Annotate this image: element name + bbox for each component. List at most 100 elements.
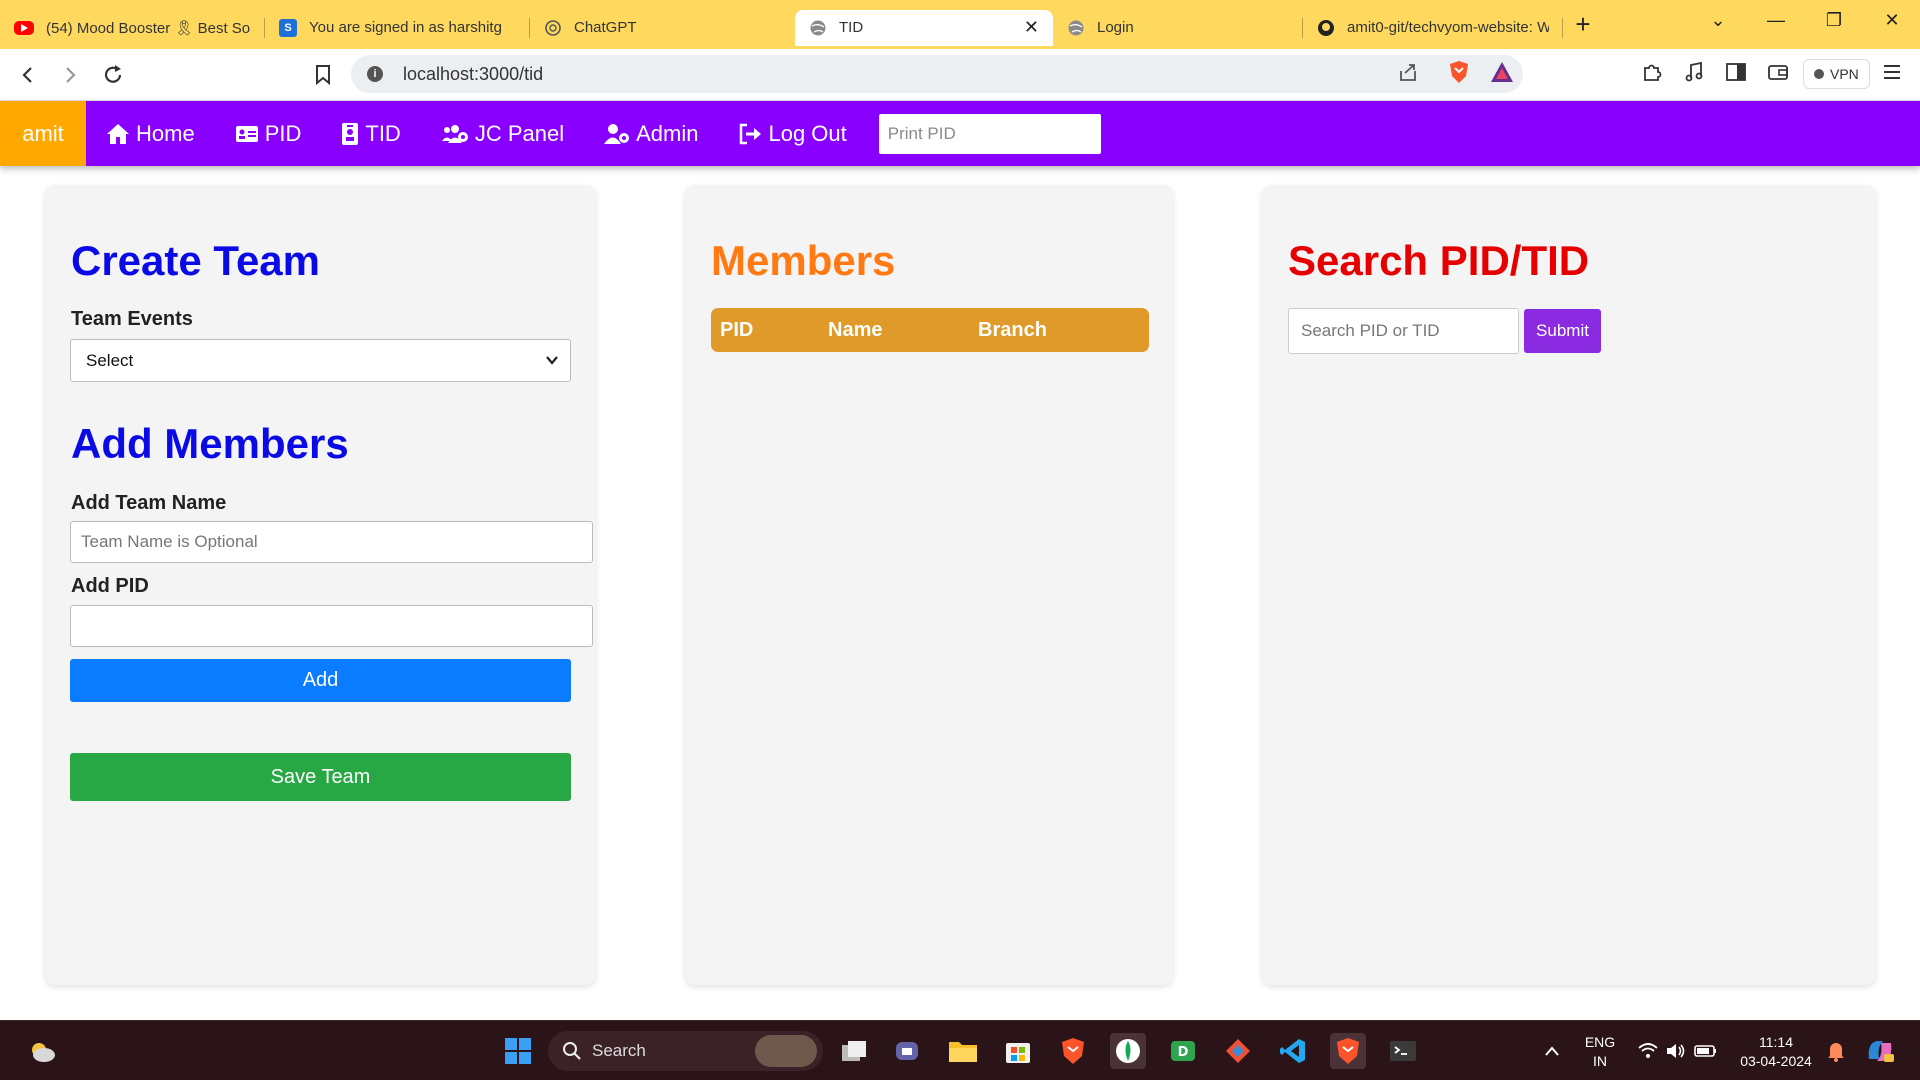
nav-admin-label: Admin [636, 120, 699, 146]
team-events-select[interactable]: Select [70, 339, 571, 382]
region-label: IN [1593, 1053, 1607, 1069]
members-title: Members [711, 237, 896, 284]
brave-rewards-icon[interactable] [1487, 57, 1517, 87]
tab-title: ChatGPT [574, 19, 637, 36]
vscode-icon[interactable] [1275, 1033, 1311, 1069]
nav-home[interactable]: Home [106, 121, 195, 147]
copilot-icon[interactable] [1862, 1033, 1898, 1069]
brand-logo[interactable]: amit [0, 101, 86, 166]
nav-admin[interactable]: Admin [604, 121, 698, 147]
start-icon[interactable] [500, 1033, 536, 1069]
taskbar-search-label: Search [592, 1041, 646, 1060]
file-explorer-icon[interactable] [945, 1033, 981, 1069]
members-table-header: PID Name Branch [711, 308, 1149, 352]
brave-shield-icon[interactable] [1444, 57, 1474, 87]
column-header-name: Name [828, 319, 883, 341]
brave-active-icon[interactable] [1330, 1033, 1366, 1069]
team-events-label: Team Events [71, 308, 193, 330]
browser-tab[interactable]: S You are signed in as harshitg [265, 10, 530, 46]
browser-tab[interactable]: ChatGPT [530, 10, 795, 46]
battery-icon[interactable] [1688, 1033, 1724, 1069]
git-gui-icon[interactable] [1220, 1033, 1256, 1069]
microsoft-store-icon[interactable] [1000, 1033, 1036, 1069]
task-view-icon[interactable] [836, 1033, 872, 1069]
close-tab-icon[interactable]: ✕ [1024, 17, 1039, 38]
nav-logout[interactable]: Log Out [738, 121, 847, 147]
team-name-input[interactable] [70, 521, 593, 563]
id-badge-icon [342, 122, 359, 145]
language-label: ENG [1584, 1034, 1616, 1050]
add-member-button[interactable]: Add [70, 659, 571, 702]
docker-desktop-icon[interactable]: D [1165, 1033, 1201, 1069]
nav-jc-panel[interactable]: JC Panel [441, 121, 564, 147]
id-card-icon [235, 125, 258, 142]
users-cog-icon [441, 124, 468, 143]
clock[interactable]: 11:14 03-04-2024 [1736, 1033, 1816, 1071]
add-pid-label: Add PID [71, 575, 149, 597]
share-icon[interactable] [1393, 57, 1423, 87]
extensions-icon[interactable] [1637, 57, 1667, 87]
mongodb-compass-icon[interactable] [1110, 1033, 1146, 1069]
close-window-button[interactable]: ✕ [1864, 0, 1920, 40]
members-card: Members PID Name Branch [685, 185, 1173, 985]
browser-tab[interactable]: amit0-git/techvyom-website: W [1303, 10, 1563, 46]
site-info-icon[interactable]: i [367, 66, 383, 82]
nav-tid[interactable]: TID [341, 120, 401, 147]
chevron-down-icon [546, 356, 558, 365]
back-button[interactable] [14, 61, 42, 89]
vpn-button[interactable]: VPN [1803, 59, 1870, 89]
browser-toolbar: i localhost:3000/tid VPN [0, 49, 1920, 101]
nav-tid-label: TID [365, 120, 401, 146]
url-text: localhost:3000/tid [403, 63, 544, 84]
minimize-button[interactable]: — [1748, 0, 1804, 40]
new-tab-button[interactable]: + [1563, 9, 1603, 40]
sidebar-icon[interactable] [1721, 57, 1751, 87]
vpn-label: VPN [1830, 66, 1859, 82]
add-members-title: Add Members [71, 420, 349, 467]
search-title: Search PID/TID [1288, 237, 1590, 284]
globe-icon [809, 19, 827, 37]
save-team-button[interactable]: Save Team [70, 753, 571, 801]
brave-browser-icon[interactable] [1055, 1033, 1091, 1069]
teams-chat-icon[interactable] [890, 1033, 926, 1069]
browser-tab-active[interactable]: TID ✕ [795, 9, 1053, 46]
youtube-icon [14, 20, 34, 35]
print-pid-input[interactable] [878, 113, 1101, 154]
bookmark-icon[interactable] [309, 61, 337, 89]
github-icon [1317, 19, 1335, 37]
weather-icon[interactable] [24, 1033, 60, 1069]
clock-date: 03-04-2024 [1740, 1053, 1812, 1069]
chatgpt-icon [544, 19, 562, 37]
search-card: Search PID/TID Submit [1262, 185, 1876, 985]
restore-button[interactable]: ❐ [1806, 0, 1862, 40]
media-icon[interactable] [1679, 57, 1709, 87]
column-header-pid: PID [720, 319, 754, 341]
home-icon [107, 123, 129, 144]
tab-search-chevron-icon[interactable]: ⌄ [1690, 0, 1746, 40]
taskbar-search[interactable]: Search [548, 1031, 823, 1071]
vpn-status-icon [1814, 69, 1824, 79]
browser-tab[interactable]: (54) Mood Booster 🎗 Best Son [0, 10, 265, 46]
nav-home-label: Home [136, 120, 195, 146]
browser-tab[interactable]: Login [1053, 10, 1303, 46]
nav-pid[interactable]: PID [235, 121, 301, 147]
team-events-selected: Select [86, 350, 134, 370]
address-bar[interactable]: i localhost:3000/tid [351, 55, 1523, 93]
app-navbar: amit Home PID TID JC Panel Admin Log Out [0, 101, 1920, 166]
team-name-label: Add Team Name [71, 492, 227, 514]
menu-icon[interactable] [1877, 57, 1907, 87]
search-submit-button[interactable]: Submit [1524, 309, 1601, 353]
reload-button[interactable] [99, 61, 127, 89]
language-indicator[interactable]: ENG IN [1576, 1033, 1624, 1071]
search-pid-tid-input[interactable] [1288, 308, 1519, 354]
windows-taskbar: Search D ENG IN 11:14 03-04-2024 [0, 1020, 1920, 1080]
sign-out-icon [740, 123, 762, 144]
browser-tab-bar: (54) Mood Booster 🎗 Best Son S You are s… [0, 0, 1920, 49]
s-app-icon: S [279, 18, 297, 37]
tray-chevron-up-icon[interactable] [1534, 1033, 1570, 1069]
terminal-icon[interactable] [1385, 1033, 1421, 1069]
wallet-icon[interactable] [1763, 57, 1793, 87]
notification-bell-icon[interactable] [1818, 1033, 1854, 1069]
forward-button[interactable] [56, 61, 84, 89]
add-pid-input[interactable] [70, 605, 593, 647]
